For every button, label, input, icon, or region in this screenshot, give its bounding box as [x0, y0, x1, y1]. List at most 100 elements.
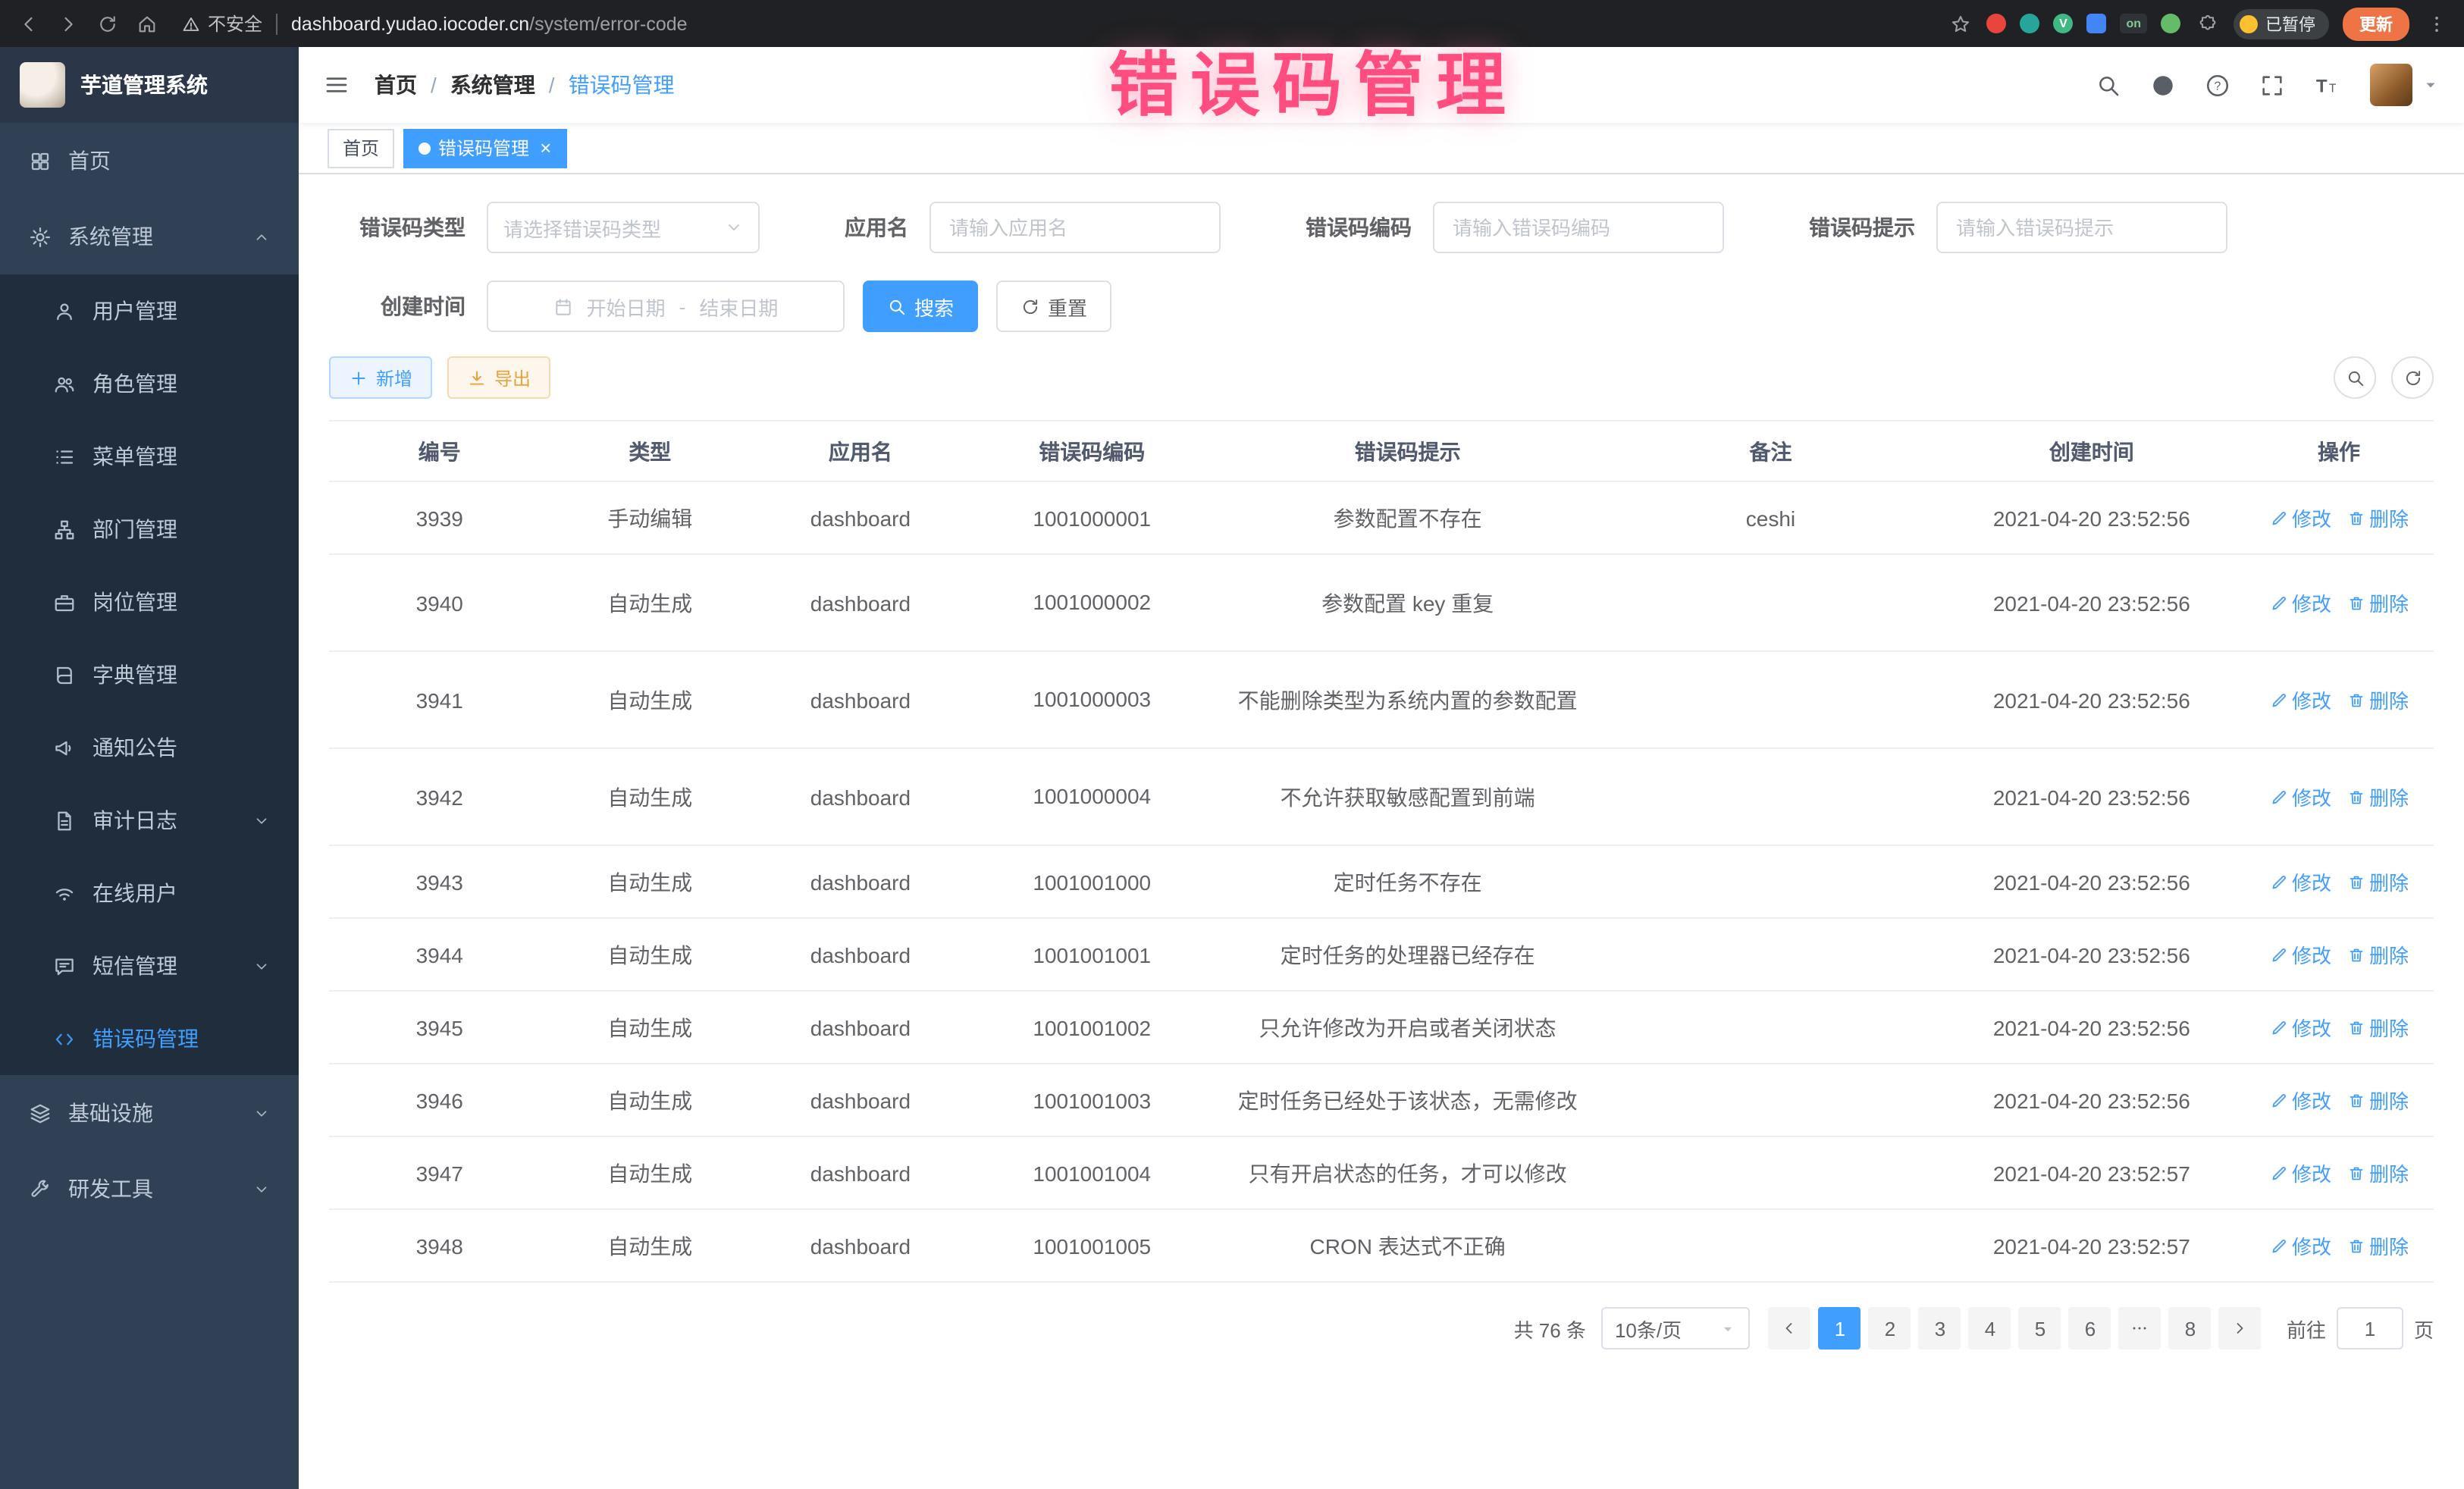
search-button[interactable]: 搜索: [863, 281, 978, 332]
page-button-1[interactable]: 1: [1819, 1307, 1861, 1350]
delete-link[interactable]: 删除: [2346, 1086, 2409, 1114]
delete-link[interactable]: 删除: [2346, 940, 2409, 969]
help-icon[interactable]: ?: [2205, 72, 2230, 98]
breadcrumb-home[interactable]: 首页: [375, 70, 417, 100]
delete-link[interactable]: 删除: [2346, 1013, 2409, 1042]
edit-link[interactable]: 修改: [2269, 1086, 2331, 1114]
sidebar-item-online-user[interactable]: 在线用户: [0, 857, 299, 929]
delete-icon: [2346, 1091, 2365, 1109]
error-type-select[interactable]: 请选择错误码类型: [487, 202, 760, 253]
page-size-select[interactable]: 10条/页: [1601, 1307, 1750, 1350]
sidebar-item-label: 岗位管理: [92, 587, 177, 617]
table-row: 3946自动生成dashboard1001001003定时任务已经处于该状态，无…: [329, 1064, 2434, 1136]
delete-link[interactable]: 删除: [2346, 1158, 2409, 1187]
reset-button[interactable]: 重置: [996, 281, 1111, 332]
refresh-table-button[interactable]: [2391, 356, 2434, 399]
extension-icon-green[interactable]: [2161, 14, 2180, 33]
delete-link[interactable]: 删除: [2346, 503, 2409, 532]
browser-menu-icon[interactable]: [2423, 11, 2449, 36]
extensions-puzzle-icon[interactable]: [2194, 11, 2220, 36]
update-button[interactable]: 更新: [2343, 7, 2409, 40]
font-size-icon[interactable]: TT: [2314, 72, 2340, 98]
edit-link[interactable]: 修改: [2269, 503, 2331, 532]
extension-icon-blue[interactable]: [2086, 14, 2106, 33]
app-name-input[interactable]: [929, 202, 1221, 253]
goto-page-input[interactable]: [2337, 1307, 2403, 1350]
page-button-3[interactable]: 3: [1919, 1307, 1961, 1350]
header-search-icon[interactable]: [2096, 72, 2121, 98]
page-button-6[interactable]: 6: [2069, 1307, 2111, 1350]
error-hint-input[interactable]: [1936, 202, 2227, 253]
home-icon[interactable]: [133, 11, 159, 36]
delete-link[interactable]: 删除: [2346, 1231, 2409, 1260]
github-icon[interactable]: [2150, 72, 2176, 98]
sidebar-item-system[interactable]: 系统管理: [0, 199, 299, 274]
next-page-button[interactable]: [2219, 1307, 2262, 1350]
more-pages-button[interactable]: [2119, 1307, 2161, 1350]
sidebar-item-user[interactable]: 用户管理: [0, 274, 299, 347]
extension-icon-red[interactable]: [1986, 14, 2006, 33]
tab-error-code[interactable]: 错误码管理×: [403, 128, 566, 168]
table-row: 3939手动编辑dashboard1001000001参数配置不存在ceshi2…: [329, 481, 2434, 554]
devtools-on-badge[interactable]: on: [2120, 14, 2147, 33]
page-button-8[interactable]: 8: [2169, 1307, 2212, 1350]
goto-label: 前往: [2287, 1314, 2326, 1343]
hide-search-button[interactable]: [2334, 356, 2376, 399]
user-avatar[interactable]: [2370, 64, 2412, 106]
delete-link[interactable]: 删除: [2346, 588, 2409, 617]
back-icon[interactable]: [15, 11, 41, 36]
error-code-input[interactable]: [1433, 202, 1724, 253]
delete-link[interactable]: 删除: [2346, 782, 2409, 811]
edit-link[interactable]: 修改: [2269, 685, 2331, 714]
edit-link[interactable]: 修改: [2269, 782, 2331, 811]
cell-remark: [1602, 554, 1939, 651]
edit-link[interactable]: 修改: [2269, 1158, 2331, 1187]
extension-icon-teal[interactable]: [2020, 14, 2039, 33]
edit-link[interactable]: 修改: [2269, 588, 2331, 617]
edit-icon: [2269, 1164, 2287, 1182]
delete-link[interactable]: 删除: [2346, 685, 2409, 714]
add-button[interactable]: 新增: [329, 356, 432, 399]
cell-id: 3939: [329, 481, 550, 554]
edit-link[interactable]: 修改: [2269, 940, 2331, 969]
paused-badge[interactable]: 已暂停: [2234, 8, 2329, 39]
delete-link[interactable]: 删除: [2346, 867, 2409, 896]
vue-devtools-icon[interactable]: V: [2053, 14, 2073, 33]
cell-error-hint: 参数配置不存在: [1213, 481, 1603, 554]
sidebar-item-dept[interactable]: 部门管理: [0, 493, 299, 566]
sidebar-toggle-icon[interactable]: [323, 71, 350, 99]
forward-icon[interactable]: [55, 11, 80, 36]
sidebar-item-infra[interactable]: 基础设施: [0, 1075, 299, 1151]
sidebar-item-sms[interactable]: 短信管理: [0, 929, 299, 1002]
edit-link[interactable]: 修改: [2269, 867, 2331, 896]
sidebar-item-role[interactable]: 角色管理: [0, 347, 299, 420]
cell-app-name: dashboard: [750, 651, 970, 748]
reload-icon[interactable]: [94, 11, 120, 36]
create-time-range[interactable]: 开始日期 - 结束日期: [487, 281, 845, 332]
filter-error-type: 错误码类型 请选择错误码类型: [329, 202, 760, 253]
close-tab-icon[interactable]: ×: [540, 138, 551, 158]
sidebar-item-post[interactable]: 岗位管理: [0, 566, 299, 638]
page-button-5[interactable]: 5: [2019, 1307, 2061, 1350]
sidebar-item-audit-log[interactable]: 审计日志: [0, 784, 299, 857]
bookmark-star-icon[interactable]: [1947, 11, 1973, 36]
prev-page-button[interactable]: [1769, 1307, 1811, 1350]
caret-down-icon[interactable]: [2422, 76, 2440, 94]
breadcrumb-system[interactable]: 系统管理: [450, 70, 535, 100]
sidebar-item-dict[interactable]: 字典管理: [0, 638, 299, 711]
page-button-4[interactable]: 4: [1969, 1307, 2011, 1350]
tab-home[interactable]: 首页: [328, 128, 394, 168]
security-chip[interactable]: 不安全: [182, 11, 262, 36]
sidebar-item-devtools[interactable]: 研发工具: [0, 1151, 299, 1227]
sidebar-item-notice[interactable]: 通知公告: [0, 711, 299, 784]
cell-type: 自动生成: [550, 918, 750, 991]
fullscreen-icon[interactable]: [2259, 72, 2285, 98]
export-button[interactable]: 导出: [447, 356, 550, 399]
sidebar-item-home[interactable]: 首页: [0, 123, 299, 199]
page-button-2[interactable]: 2: [1869, 1307, 1911, 1350]
edit-link[interactable]: 修改: [2269, 1013, 2331, 1042]
sidebar-item-error-code[interactable]: 错误码管理: [0, 1002, 299, 1075]
edit-link[interactable]: 修改: [2269, 1231, 2331, 1260]
sidebar-item-menu[interactable]: 菜单管理: [0, 420, 299, 493]
address-url[interactable]: dashboard.yudao.iocoder.cn/system/error-…: [291, 13, 688, 34]
